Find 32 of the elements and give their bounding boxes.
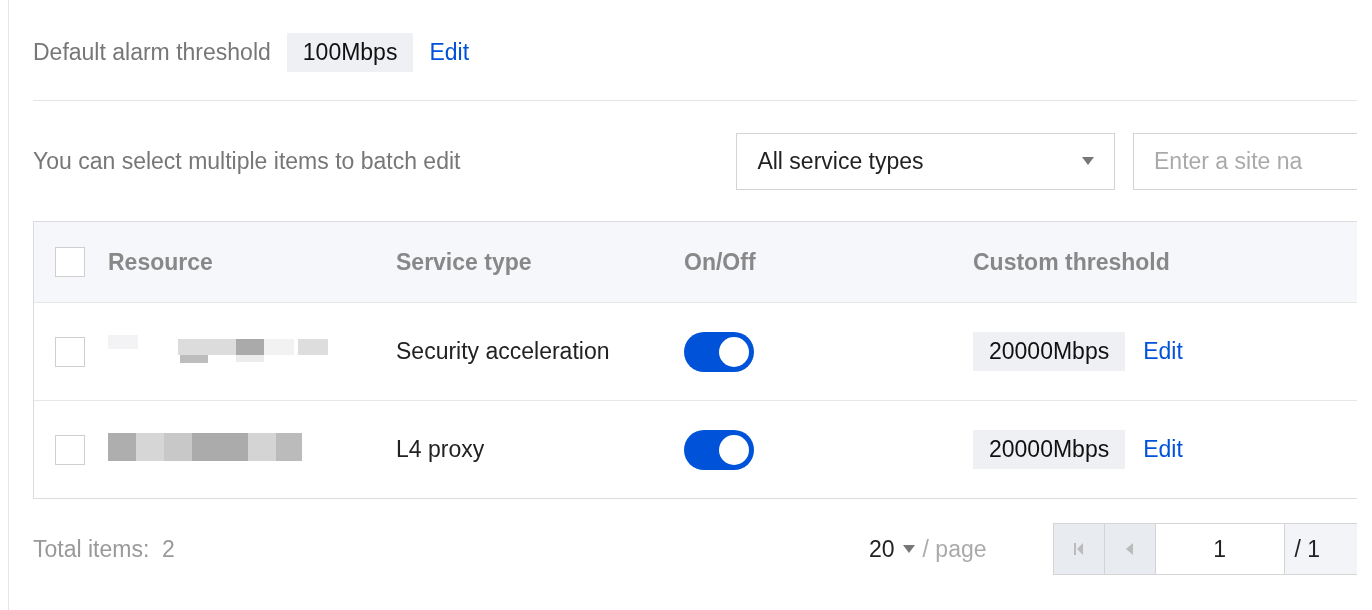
total-items: Total items: 2 xyxy=(33,535,176,563)
edit-link[interactable]: Edit xyxy=(1143,436,1183,463)
threshold-value: 20000Mbps xyxy=(973,430,1126,469)
site-search-field[interactable]: Enter a site na xyxy=(1133,132,1357,190)
previous-page-button[interactable] xyxy=(1103,523,1155,575)
column-header: Custom threshold xyxy=(972,248,1171,276)
page-input[interactable]: 1 xyxy=(1154,523,1285,575)
table-cell-text: L4 proxy xyxy=(395,436,486,463)
column-header: Resource xyxy=(107,248,214,276)
toggle-switch[interactable] xyxy=(684,331,754,372)
column-header: On/Off xyxy=(683,248,757,276)
edit-link[interactable]: Edit xyxy=(1143,338,1183,365)
previous-page-icon xyxy=(1126,543,1134,555)
row-checkbox[interactable] xyxy=(55,434,85,465)
first-page-icon xyxy=(1073,543,1084,555)
select-all-checkbox[interactable] xyxy=(55,247,85,277)
toggle-switch[interactable] xyxy=(684,429,754,470)
first-page-button[interactable] xyxy=(1052,523,1104,575)
batch-edit-hint: You can select multiple items to batch edit xyxy=(33,147,462,175)
table-cell-text: Security acceleration xyxy=(395,338,611,365)
threshold-value: 20000Mbps xyxy=(973,332,1126,371)
row-checkbox[interactable] xyxy=(55,336,85,367)
threshold-label: Default alarm threshold xyxy=(33,38,271,66)
column-header: Service type xyxy=(395,248,533,276)
caret-icon xyxy=(902,545,915,553)
per-page-label: / page xyxy=(922,535,988,563)
page-size-select[interactable]: 20 xyxy=(869,535,915,563)
threshold-value: 100Mbps xyxy=(286,32,414,72)
edit-link[interactable]: Edit xyxy=(429,38,470,66)
caret-icon xyxy=(1082,157,1094,165)
service-type-select[interactable]: All service types xyxy=(736,132,1115,190)
page-count: / 1 xyxy=(1284,523,1357,575)
